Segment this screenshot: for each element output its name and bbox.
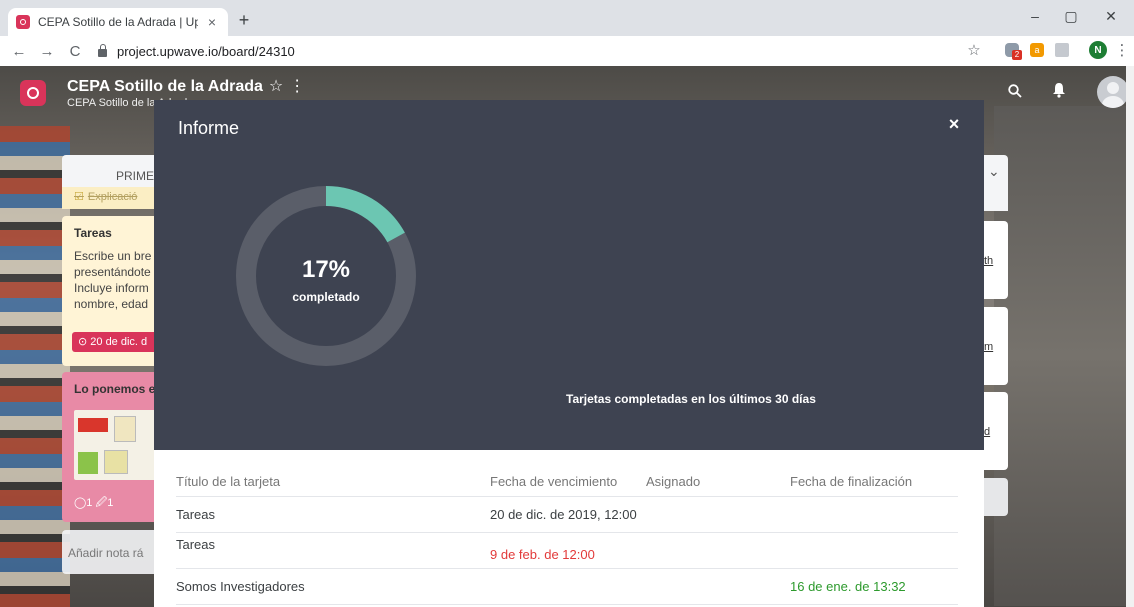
right-card-1[interactable]: th [984,221,1008,299]
right-card-3[interactable]: d [984,392,1008,470]
right-card-2[interactable]: m [984,307,1008,385]
table-row[interactable]: Somos Investigadores 16 de ene. de 13:32 [176,569,958,605]
cards-table: Título de la tarjeta Fecha de vencimient… [176,464,958,605]
add-note-input[interactable]: Añadir nota rá [62,530,162,574]
card-lo-ponemos[interactable]: Lo ponemos e ◯1 🖉1 [62,372,162,522]
user-avatar[interactable] [1097,76,1129,108]
new-tab-button[interactable]: + [234,11,254,29]
page-scrollbar[interactable] [1126,66,1134,607]
right-card-4[interactable] [984,478,1008,516]
browser-tab[interactable]: CEPA Sotillo de la Adrada | Upwave × [8,8,228,36]
card-title: Tareas [74,226,112,240]
header-title[interactable]: Título de la tarjeta [176,474,280,489]
header-assigned[interactable]: Asignado [646,474,700,489]
card-meta: ◯1 🖉1 [74,497,114,509]
puzzle-extension-icon: 2 [1005,43,1022,60]
extension-badge: 2 [1012,50,1022,60]
card-title: Lo ponemos e [74,382,156,396]
chevron-down-icon[interactable]: ⌄ [984,155,1008,211]
table-row[interactable]: Tareas 20 de dic. de 2019, 12:00 [176,497,958,533]
tab-close-button[interactable]: × [204,14,220,30]
header-due[interactable]: Fecha de vencimiento [490,474,617,489]
tab-title: CEPA Sotillo de la Adrada | Upwave [38,15,198,29]
upwave-logo-icon[interactable] [20,80,46,106]
row-title: Tareas [176,507,216,522]
forward-button[interactable]: → [34,43,60,60]
row-due: 20 de dic. de 2019, 12:00 [490,507,637,522]
report-header: Informe × 17% completado Tarjetas comple… [154,100,984,450]
table-header: Título de la tarjeta Fecha de vencimient… [176,464,958,497]
extension-icon[interactable]: 2 [1002,40,1022,60]
completed-card[interactable]: ☑ Explicació [62,187,162,209]
header-finished[interactable]: Fecha de finalización [790,474,912,489]
modal-title: Informe [178,118,240,138]
due-date-badge: ⊙ 20 de dic. d [72,332,162,352]
bookmark-star-icon[interactable]: ☆ [964,40,984,60]
card-cover-image [74,410,162,480]
chart-caption: Tarjetas completadas en los últimos 30 d… [566,392,816,406]
row-title: Tareas [176,537,216,552]
browser-tabstrip: CEPA Sotillo de la Adrada | Upwave × + –… [0,0,1134,36]
modal-close-button[interactable]: × [946,114,962,135]
profile-icon[interactable]: N [1088,40,1108,60]
window-close-button[interactable]: ✕ [1096,8,1126,25]
browser-menu-icon[interactable]: ⋮ [1112,40,1132,60]
address-bar[interactable]: project.upwave.io/board/24310 [98,40,968,62]
minimize-button[interactable]: – [1020,8,1050,24]
progress-label: completado [292,290,360,304]
row-due: 9 de feb. de 12:00 [490,547,595,562]
reload-button[interactable]: C [62,43,88,60]
table-row[interactable]: Tareas 9 de feb. de 12:00 [176,533,958,569]
upwave-favicon-icon [16,15,30,29]
cards-table-panel: Título de la tarjeta Fecha de vencimient… [154,450,984,607]
back-button[interactable]: ← [6,43,32,60]
progress-percent: 17% [301,256,351,283]
card-tareas[interactable]: Tareas Escribe un bre presentándote Incl… [62,216,162,366]
card-description: Escribe un bre presentándote Incluye inf… [74,249,152,311]
lock-icon [98,43,107,57]
search-icon[interactable] [1008,84,1022,103]
report-modal: Informe × 17% completado Tarjetas comple… [154,100,984,607]
row-title: Somos Investigadores [176,579,305,594]
row-finished: 16 de ene. de 13:32 [790,579,906,594]
checkbox-icon: ☑ [74,191,84,203]
extension-amazon-icon[interactable]: a [1027,40,1047,60]
column-header[interactable]: PRIME [62,155,162,187]
board-title: CEPA Sotillo de la Adrada ☆ ⋮ [67,78,306,95]
bell-icon[interactable] [1052,82,1066,98]
maximize-button[interactable]: ▢ [1056,8,1086,25]
board-menu-icon[interactable]: ⋮ [289,78,305,95]
board-star-icon[interactable]: ☆ [269,78,283,95]
url-text: project.upwave.io/board/24310 [117,43,295,59]
pdf-extension-icon[interactable] [1052,40,1072,60]
